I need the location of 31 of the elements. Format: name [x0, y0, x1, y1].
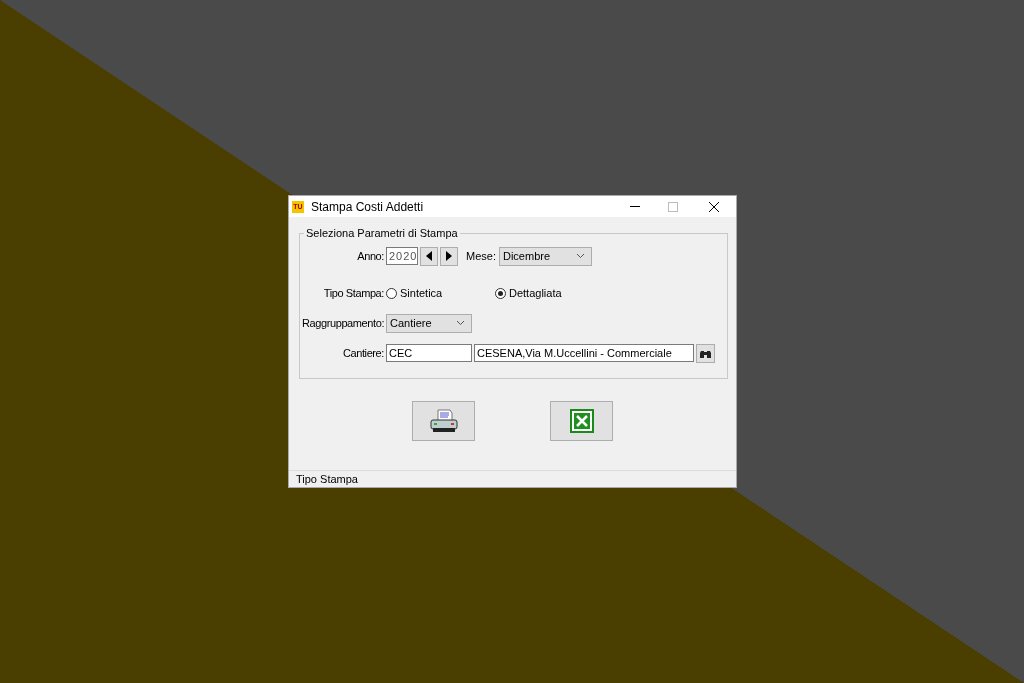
right-arrow-icon: [446, 251, 452, 261]
field-label: Tipo Stampa:: [322, 287, 384, 299]
close-icon: [709, 201, 719, 212]
field-label: Raggruppamento:: [302, 317, 384, 329]
field-label: Cantiere:: [341, 347, 384, 359]
minimize-icon: [630, 206, 640, 207]
group-legend: Seleziona Parametri di Stampa: [304, 227, 460, 239]
year-field[interactable]: 2020: [386, 247, 418, 265]
search-button[interactable]: [696, 343, 715, 363]
dropdown-value: Dicembre: [502, 250, 551, 262]
month-dropdown[interactable]: Dicembre: [498, 246, 592, 266]
excel-export-button[interactable]: [550, 401, 613, 441]
printer-icon: [429, 409, 458, 433]
chevron-icon: [575, 253, 585, 259]
status-text: Tipo Stampa: [296, 473, 358, 485]
window-title: Stampa Costi Addetti: [311, 199, 425, 214]
maximize-icon: [668, 201, 678, 212]
description-field[interactable]: CESENA,Via M.Uccellini - Commerciale: [474, 344, 694, 362]
dropdown-value: Cantiere: [390, 317, 432, 329]
left-arrow-icon: [426, 251, 432, 261]
code-field[interactable]: CEC: [386, 344, 472, 362]
radio-option[interactable]: Dettagliata: [495, 287, 562, 299]
next-button[interactable]: [440, 246, 458, 266]
chevron-icon: [456, 320, 465, 326]
field-label: Mese:: [466, 250, 496, 262]
print-button[interactable]: [412, 401, 475, 441]
grouping-dropdown[interactable]: Cantiere: [386, 313, 472, 333]
field-label: Anno:: [356, 250, 384, 262]
previous-button[interactable]: [420, 246, 438, 266]
spreadsheet-icon: [569, 409, 594, 433]
binoculars-icon: [700, 348, 711, 358]
